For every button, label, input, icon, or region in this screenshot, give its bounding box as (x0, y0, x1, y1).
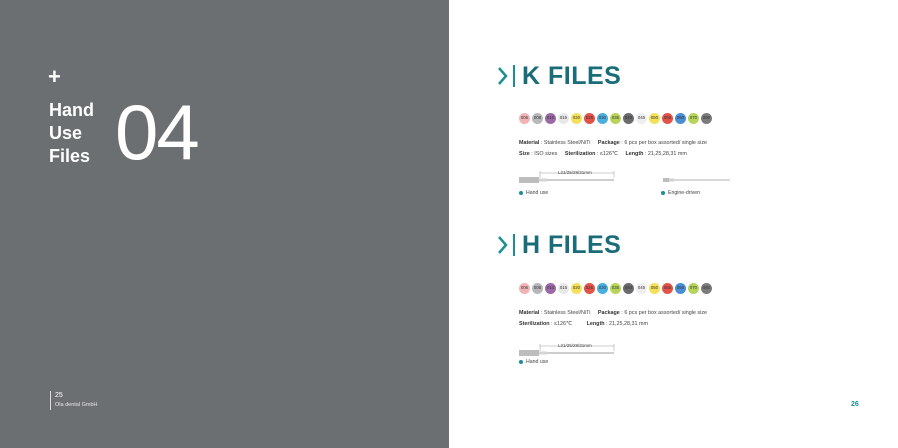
size-dot: 055 (662, 283, 673, 294)
size-dot: 025 (584, 113, 595, 124)
h-files-heading: H FILES (496, 232, 621, 258)
spec-value: Stainless Steel/NiTi (543, 140, 591, 146)
heading-divider (513, 65, 515, 87)
spec-key: Package (597, 310, 620, 316)
size-dot: 050 (649, 113, 660, 124)
k-files-size-list: 006 008 010 015 020 025 030 035 040 045 … (519, 113, 712, 124)
size-dot: 060 (675, 113, 686, 124)
right-page: K FILES 006 008 010 015 020 025 030 035 … (449, 0, 898, 448)
size-dot: 060 (675, 283, 686, 294)
size-dot: 006 (519, 113, 530, 124)
spec-value: Stainless Steel/NiTi (543, 310, 591, 316)
label-text: Engine-driven (668, 190, 701, 196)
spec-key: Length (625, 151, 644, 157)
chapter-number: 04 (115, 88, 200, 176)
size-dot: 020 (571, 113, 582, 124)
k-files-spec-row-1: Material : Stainless Steel/NiTi Package … (519, 140, 708, 146)
spec-value: ≤126℃ (599, 151, 618, 157)
size-dot: 020 (571, 283, 582, 294)
size-dot: 040 (623, 283, 634, 294)
size-dot: 008 (532, 283, 543, 294)
spec-value: 6 pcs per box assorted/ single size (624, 310, 708, 316)
size-dot: 015 (558, 113, 569, 124)
spec-value: ISO sizes (534, 151, 558, 157)
size-dot: 035 (610, 113, 621, 124)
h-dimension-label: L21/25/28/31mm (558, 343, 592, 348)
spec-value: 21,25,28,31 mm (609, 321, 649, 327)
size-dot: 055 (662, 113, 673, 124)
size-dot: 030 (597, 113, 608, 124)
bullet-icon (661, 191, 665, 195)
size-dot: 080 (701, 113, 712, 124)
left-footer: 25 Ola dental GmbH (50, 391, 98, 410)
size-dot: 070 (688, 283, 699, 294)
size-dot: 035 (610, 283, 621, 294)
spec-value: 21,25,28,31 mm (647, 151, 687, 157)
size-dot: 025 (584, 283, 595, 294)
bullet-icon (519, 191, 523, 195)
bullet-icon (519, 360, 523, 364)
plus-icon: + (48, 64, 61, 89)
size-dot: 045 (636, 113, 647, 124)
h-files-size-list: 006 008 010 015 020 025 030 035 040 045 … (519, 283, 712, 294)
heading-divider (513, 234, 515, 256)
left-page: + Hand Use Files 04 25 Ola dental GmbH (0, 0, 449, 448)
spec-key: Package (597, 140, 620, 146)
h-files-spec-row-2: Sterilization : ≤126℃ Length : 21,25,28,… (519, 321, 649, 327)
chevron-right-icon (498, 236, 508, 254)
size-dot: 010 (545, 283, 556, 294)
left-page-number: 25 (55, 392, 63, 399)
size-dot: 045 (636, 283, 647, 294)
spec-key: Sterilization (564, 151, 596, 157)
label-text: Hand use (526, 190, 549, 196)
h-files-spec-row-1: Material : Stainless Steel/NiTi Package … (519, 310, 708, 316)
spec-key: Material (519, 310, 540, 316)
spec-key: Sterilization (519, 321, 550, 327)
size-dot: 010 (545, 113, 556, 124)
size-dot: 070 (688, 113, 699, 124)
spec-value: ≤126℃ (554, 321, 573, 327)
k-engine-driven-label: Engine-driven (661, 190, 700, 196)
size-dot: 040 (623, 113, 634, 124)
size-dot: 008 (532, 113, 543, 124)
size-dot: 030 (597, 283, 608, 294)
spec-key: Material (519, 140, 540, 146)
size-dot: 080 (701, 283, 712, 294)
size-dot: 015 (558, 283, 569, 294)
spec-key: Length (586, 321, 605, 327)
chevron-right-icon (498, 67, 508, 85)
k-files-spec-row-2: Size : ISO sizes Sterilization : ≤126℃ L… (519, 151, 687, 157)
k-hand-use-label: Hand use (519, 190, 548, 196)
h-hand-use-label: Hand use (519, 359, 548, 365)
spec-key: Size (519, 151, 530, 157)
size-dot: 050 (649, 283, 660, 294)
k-files-heading: K FILES (496, 63, 621, 89)
right-page-number: 26 (851, 401, 859, 408)
h-files-title: H FILES (522, 231, 622, 259)
k-dimension-label: L21/25/28/31mm (558, 170, 592, 175)
k-files-title: K FILES (522, 62, 622, 90)
spec-value: 6 pcs per box assorted/ single size (624, 140, 708, 146)
label-text: Hand use (526, 359, 549, 365)
engine-file-drawing (663, 178, 730, 182)
company-name: Ola dental GmbH (55, 402, 98, 408)
size-dot: 006 (519, 283, 530, 294)
